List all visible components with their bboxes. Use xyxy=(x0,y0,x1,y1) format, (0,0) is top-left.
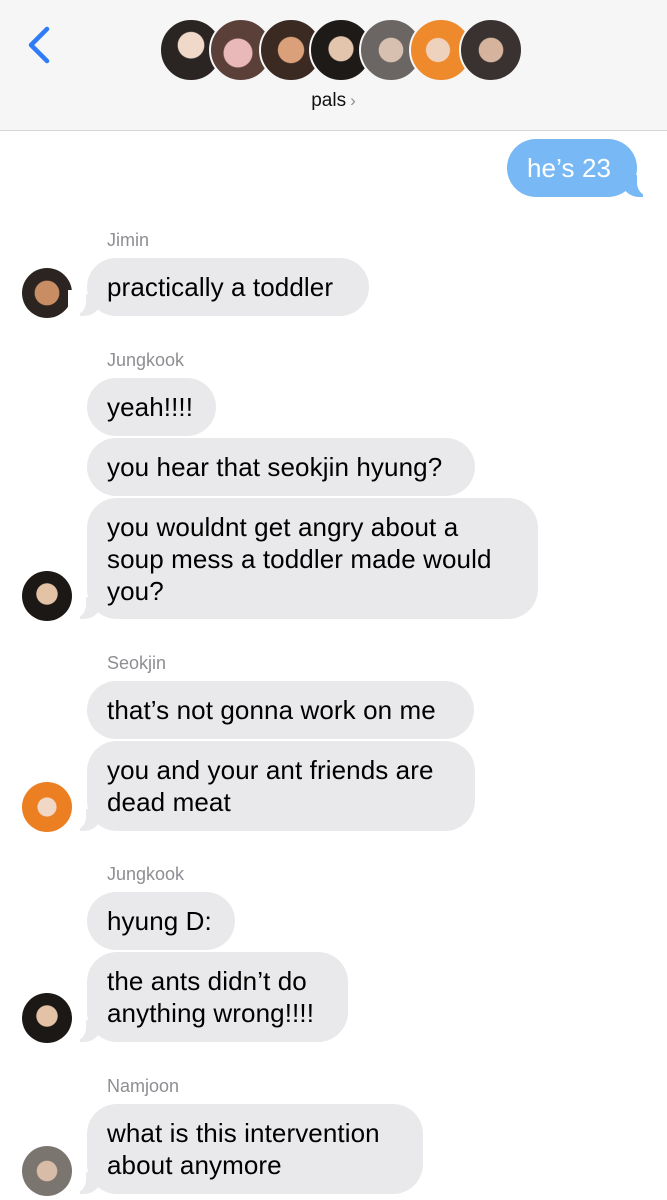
incoming-message[interactable]: the ants didn’t do anything wrong!!!! xyxy=(87,952,348,1042)
incoming-message[interactable]: yeah!!!! xyxy=(87,378,216,436)
member-avatar-7 xyxy=(459,18,523,82)
incoming-message[interactable]: you wouldnt get angry about a soup mess … xyxy=(87,498,538,619)
sender-name: Jungkook xyxy=(107,350,185,370)
incoming-message[interactable]: hyung D: xyxy=(87,892,235,950)
group-name-button[interactable]: pals › xyxy=(0,90,667,112)
bubble-tail xyxy=(68,805,102,831)
bubble-tail xyxy=(68,1016,102,1042)
chevron-right-icon: › xyxy=(350,91,356,110)
incoming-message[interactable]: you hear that seokjin hyung? xyxy=(87,438,475,496)
sender-name: Jimin xyxy=(107,230,150,250)
avatar[interactable] xyxy=(22,268,72,318)
bubble-tail xyxy=(621,171,655,197)
group-name-label: pals xyxy=(311,90,347,111)
avatar[interactable] xyxy=(22,993,72,1043)
back-button[interactable] xyxy=(14,20,64,70)
incoming-message[interactable]: that’s not gonna work on me xyxy=(87,681,474,739)
bubble-tail xyxy=(68,593,102,619)
group-avatars[interactable] xyxy=(159,18,523,84)
avatar[interactable] xyxy=(22,1146,72,1196)
incoming-message[interactable]: what is this intervention about anymore xyxy=(87,1104,423,1194)
sender-name: Jungkook xyxy=(107,864,185,884)
outgoing-message[interactable]: he’s 23 xyxy=(507,139,637,197)
avatar[interactable] xyxy=(22,571,72,621)
sender-name: Namjoon xyxy=(107,1076,180,1096)
chevron-left-icon xyxy=(28,26,50,64)
incoming-message[interactable]: you and your ant friends are dead meat xyxy=(87,741,475,831)
avatar[interactable] xyxy=(22,782,72,832)
messages-screen: pals › he’s 23 Jimin practically a toddle… xyxy=(0,0,667,1200)
sender-name: Seokjin xyxy=(107,653,167,673)
bubble-tail xyxy=(68,290,102,316)
bubble-tail xyxy=(68,1168,102,1194)
conversation-header: pals › xyxy=(0,0,667,131)
incoming-message[interactable]: practically a toddler xyxy=(87,258,369,316)
